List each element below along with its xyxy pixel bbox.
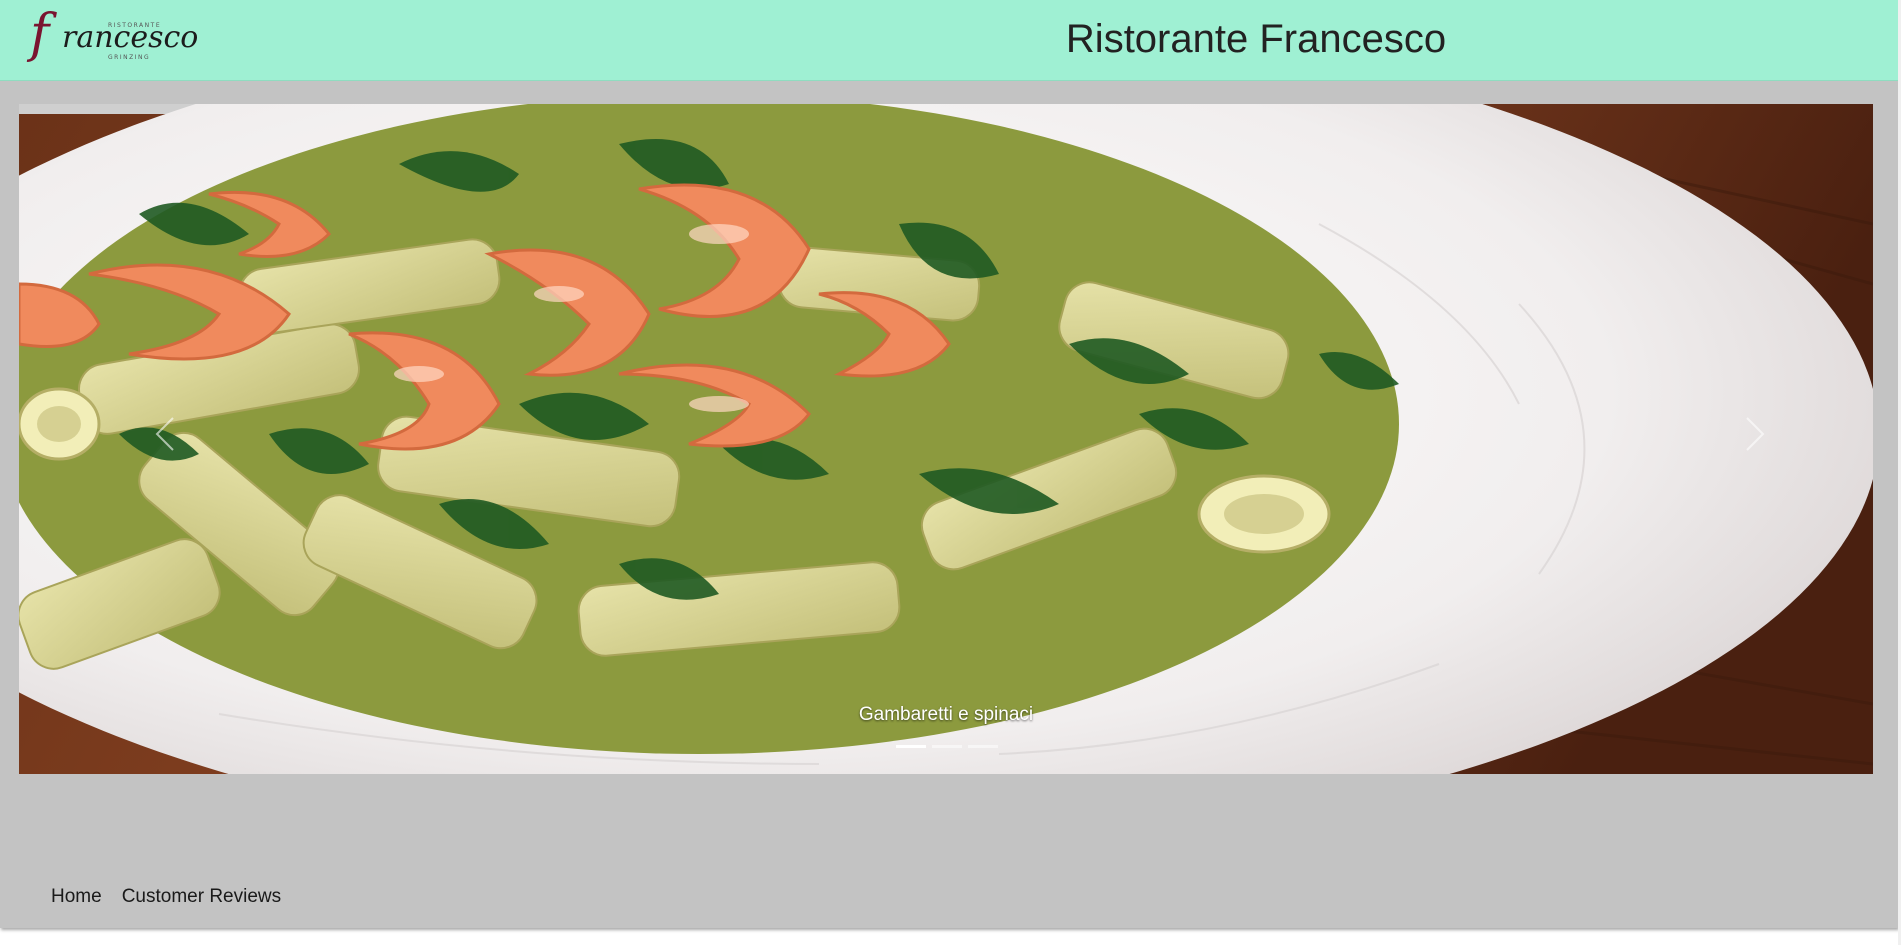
nav-link-home[interactable]: Home (51, 886, 102, 908)
page: f RISTORANTE rancesco GRINZING Ristorant… (0, 0, 1898, 928)
carousel-next-button[interactable] (1725, 404, 1785, 464)
site-header: f RISTORANTE rancesco GRINZING Ristorant… (0, 0, 1898, 81)
carousel-indicators (896, 745, 998, 748)
restaurant-logo[interactable]: f RISTORANTE rancesco GRINZING (30, 4, 198, 72)
logo-bottom-text: GRINZING (108, 54, 151, 61)
carousel-indicator-1[interactable] (896, 745, 926, 748)
footer-nav: Home Customer Reviews (51, 886, 281, 908)
chevron-right-icon (1746, 417, 1765, 451)
logo-f-mark: f (30, 4, 50, 64)
nav-link-customer-reviews[interactable]: Customer Reviews (122, 886, 281, 908)
slide-image (19, 104, 1873, 774)
site-title: Ristorante Francesco (1065, 17, 1447, 61)
carousel-indicator-3[interactable] (968, 745, 998, 748)
slide-caption: Gambaretti e spinaci (858, 704, 1034, 725)
carousel-indicator-2[interactable] (932, 745, 962, 748)
image-carousel[interactable]: Gambaretti e spinaci (19, 104, 1873, 774)
chevron-left-icon (155, 417, 174, 451)
carousel-prev-button[interactable] (135, 404, 195, 464)
logo-script-text: rancesco (62, 20, 199, 55)
